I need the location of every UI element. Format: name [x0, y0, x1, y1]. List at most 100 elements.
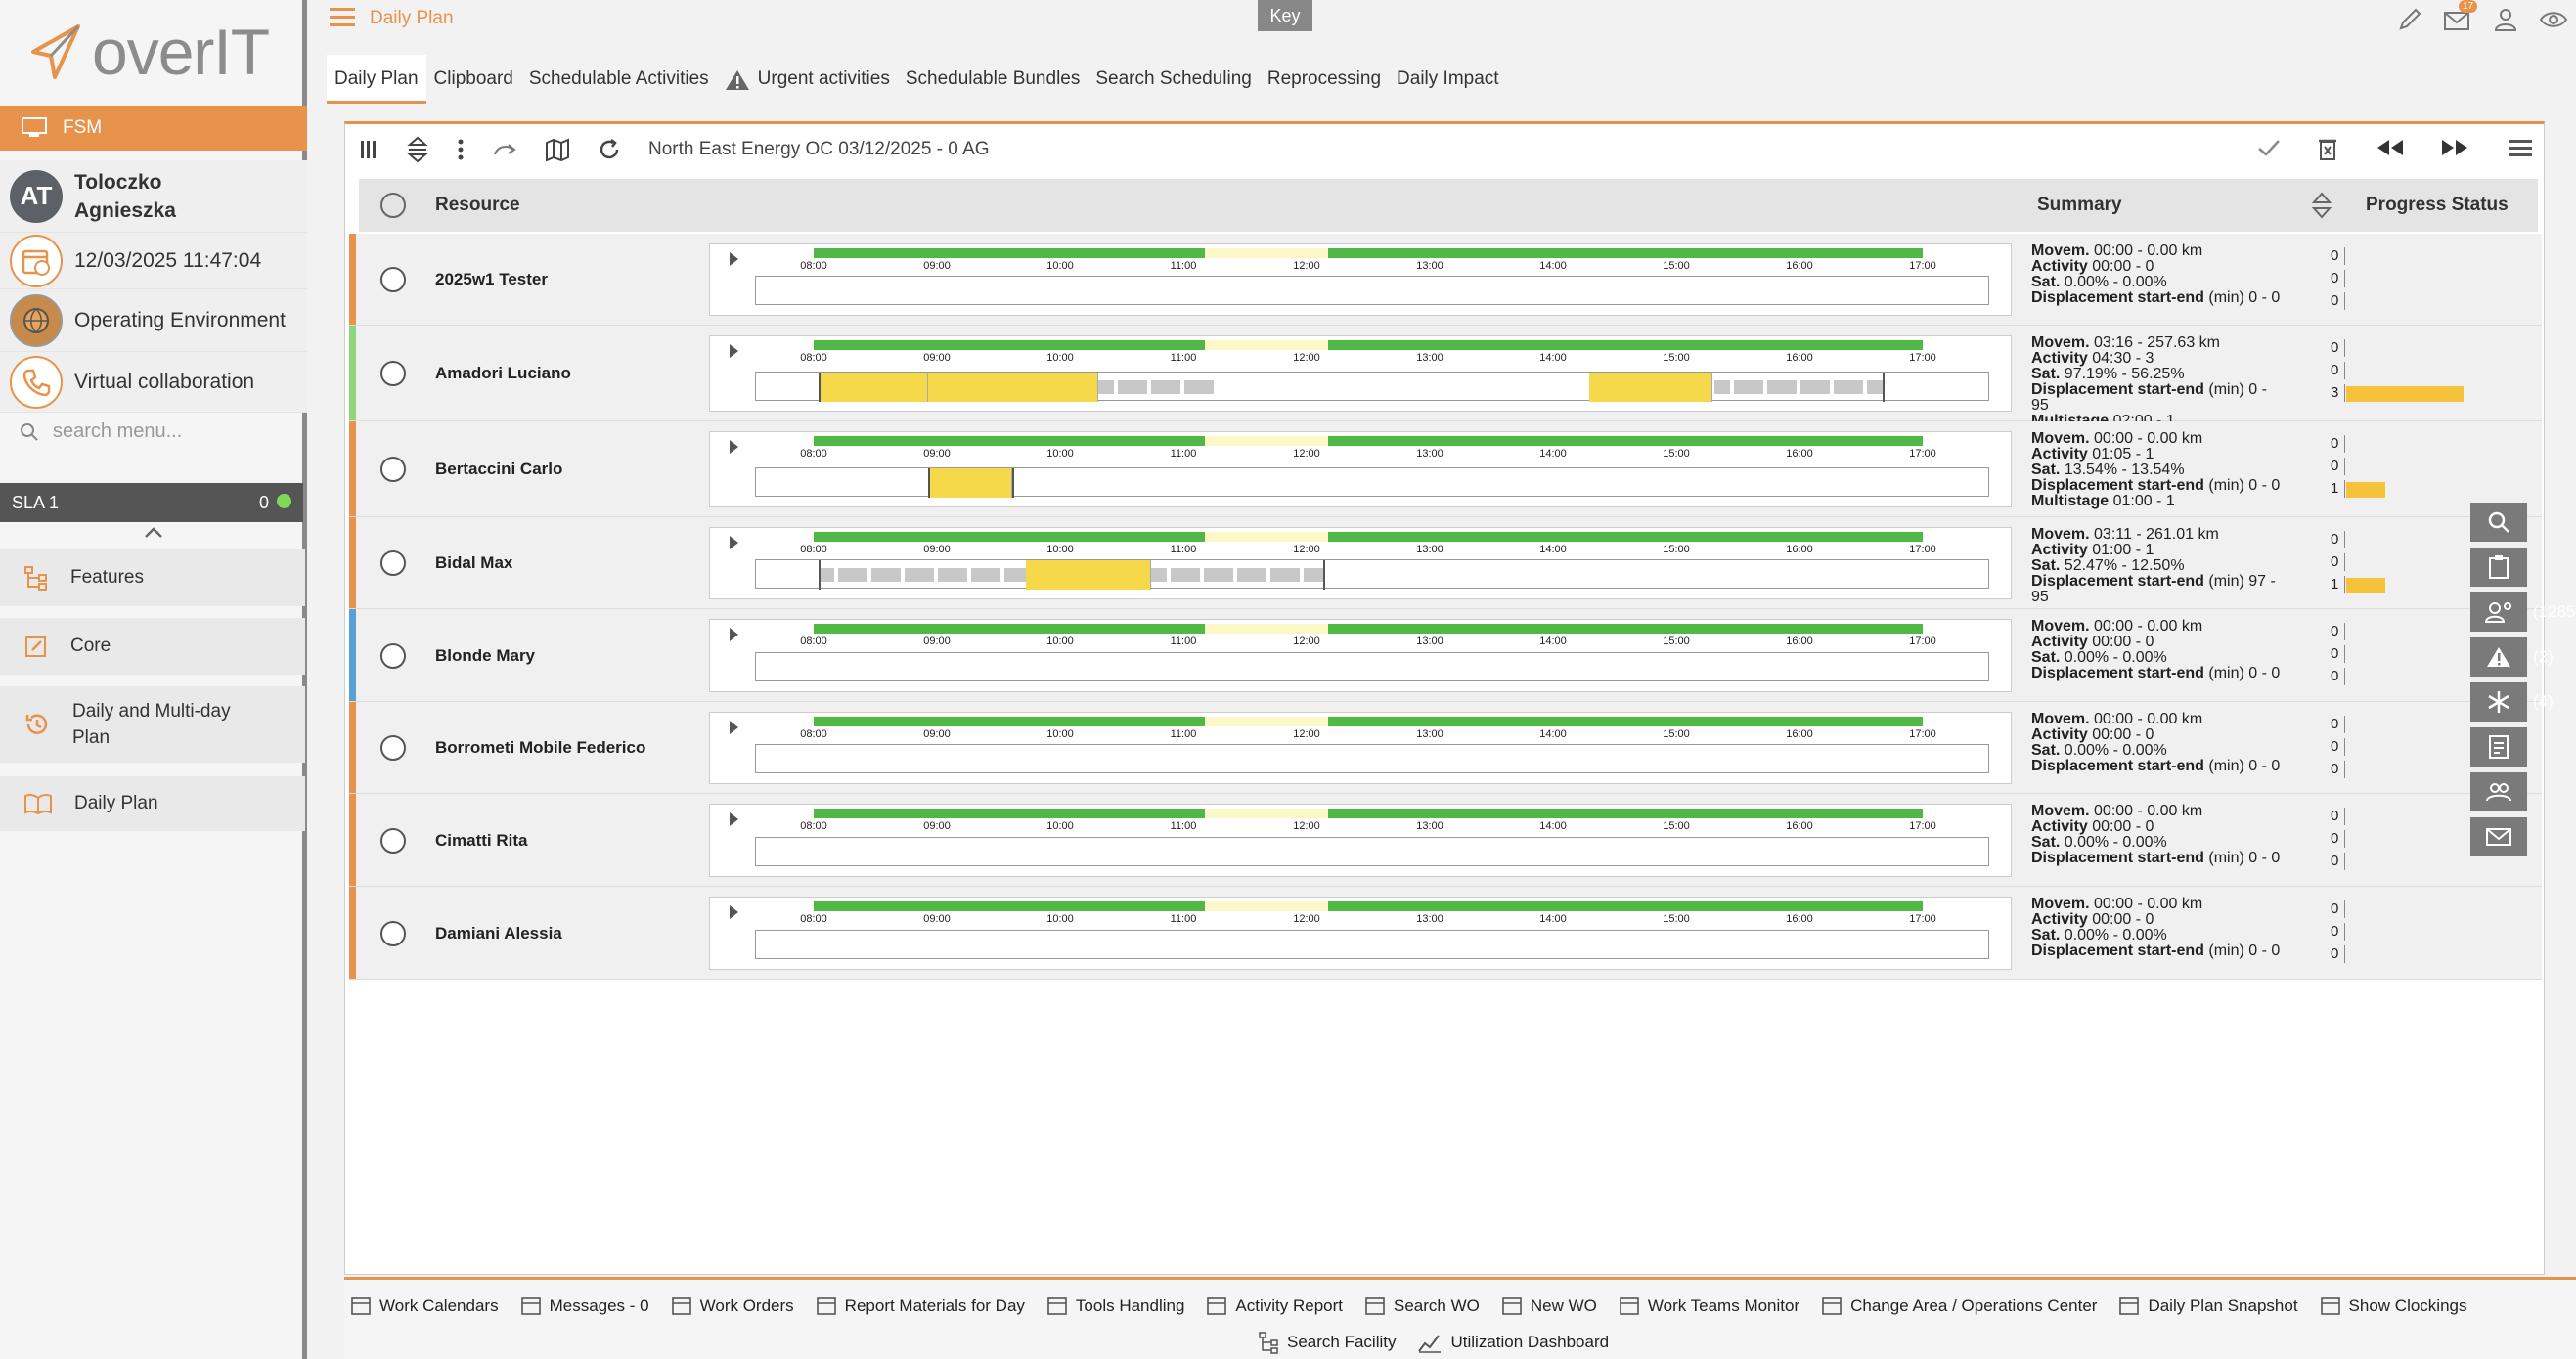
footer-item[interactable]: Work Orders [671, 1295, 794, 1317]
more-vertical-icon[interactable] [457, 138, 465, 161]
activity-track[interactable] [755, 372, 1989, 402]
activity-track[interactable] [755, 467, 1989, 498]
footer-item[interactable]: New WO [1501, 1295, 1597, 1317]
footer-item[interactable]: Work Calendars [350, 1295, 499, 1317]
row-select-radio[interactable] [380, 735, 406, 761]
columns-icon[interactable] [359, 138, 378, 161]
map-icon[interactable] [545, 138, 570, 161]
gantt-timeline[interactable]: 08:00 09:00 10:00 11:00 12:00 13:00 14:00 15:00… [709, 527, 2012, 599]
activity-block[interactable] [819, 373, 928, 402]
operating-env-row[interactable]: Operating Environment [0, 289, 307, 352]
sla-bar[interactable]: SLA 1 0 [0, 483, 303, 522]
sidebar-item-features[interactable]: Features [0, 549, 305, 606]
tab-urgent-activities[interactable]: Urgent activities [717, 55, 898, 104]
gantt-timeline[interactable]: 08:00 09:00 10:00 11:00 12:00 13:00 14:00 15:00… [709, 804, 2012, 877]
activity-track[interactable] [755, 837, 1989, 866]
gantt-timeline[interactable]: 08:00 09:00 10:00 11:00 12:00 13:00 14:00 15:00… [709, 431, 2012, 507]
play-icon[interactable] [730, 812, 738, 826]
clipboard-tool[interactable] [2470, 548, 2527, 587]
footer-item[interactable]: Daily Plan Snapshot [2118, 1295, 2298, 1317]
tab-schedulable-bundles[interactable]: Schedulable Bundles [898, 55, 1088, 104]
tab-daily-plan[interactable]: Daily Plan [327, 55, 426, 104]
row-select-radio[interactable] [380, 361, 406, 386]
gantt-timeline[interactable]: 08:00 09:00 10:00 11:00 12:00 13:00 14:00 15:00… [709, 243, 2012, 316]
team-tool[interactable] [2470, 772, 2527, 811]
mail-notification[interactable]: 17 [2443, 0, 2478, 33]
check-icon[interactable] [2256, 136, 2282, 159]
activity-track[interactable] [755, 652, 1989, 681]
row-select-radio[interactable] [380, 827, 406, 854]
table-row[interactable]: Blonde Mary 08:00 09:00 10:00 11:00 12:00 13:0… [349, 609, 2542, 702]
col-summary[interactable]: Summary [2037, 195, 2122, 216]
list-menu-icon[interactable] [2507, 136, 2534, 159]
tab-reprocessing[interactable]: Reprocessing [1260, 55, 1389, 104]
tab-schedulable-activities[interactable]: Schedulable Activities [521, 55, 717, 104]
notes-tool[interactable] [2470, 727, 2527, 767]
expand-collapse-icon[interactable] [406, 136, 429, 163]
search-tool[interactable] [2470, 503, 2527, 542]
play-icon[interactable] [730, 252, 738, 266]
col-resource[interactable]: Resource [435, 195, 520, 216]
col-progress[interactable]: Progress Status [2366, 195, 2509, 216]
eye-icon[interactable] [2539, 6, 2568, 33]
table-row[interactable]: Bidal Max 08:00 09:00 10:00 11:00 12:00 13:00 1… [349, 517, 2542, 609]
pencil-icon[interactable] [2396, 6, 2423, 33]
row-select-radio[interactable] [380, 267, 406, 292]
menu-search[interactable]: search menu... [20, 420, 182, 443]
rewind-icon[interactable] [2374, 136, 2405, 159]
user-icon[interactable] [2492, 6, 2519, 33]
table-row[interactable]: 2025w1 Tester 08:00 09:00 10:00 11:00 12:00 13… [349, 234, 2542, 326]
tab-search-scheduling[interactable]: Search Scheduling [1088, 55, 1260, 104]
mail-tool[interactable] [2470, 817, 2527, 856]
activity-block[interactable] [1026, 560, 1151, 590]
tab-clipboard[interactable]: Clipboard [426, 55, 521, 104]
sidebar-item-daily-multiday[interactable]: Daily and Multi-day Plan [0, 686, 305, 763]
footer-item[interactable]: Report Materials for Day [816, 1295, 1025, 1317]
row-select-radio[interactable] [380, 457, 406, 482]
urgent-tool[interactable]: (2) [2470, 637, 2554, 677]
resources-tool[interactable]: (1285) [2470, 592, 2576, 632]
footer-search-facility[interactable]: Search Facility [1258, 1331, 1396, 1354]
tab-daily-impact[interactable]: Daily Impact [1389, 55, 1507, 104]
key-button[interactable]: Key [1258, 0, 1312, 31]
refresh-icon[interactable] [598, 138, 621, 161]
sidebar-item-core[interactable]: Core [0, 618, 305, 675]
gantt-timeline[interactable]: 08:00 09:00 10:00 11:00 12:00 13:00 14:00 15:00… [709, 335, 2012, 412]
sidebar-item-daily-plan[interactable]: Daily Plan [0, 776, 305, 831]
footer-item[interactable]: Change Area / Operations Center [1821, 1295, 2097, 1317]
activity-track[interactable] [755, 744, 1989, 773]
play-icon[interactable] [730, 905, 738, 919]
gantt-timeline[interactable]: 08:00 09:00 10:00 11:00 12:00 13:00 14:00 15:00… [709, 897, 2012, 970]
activity-block[interactable] [928, 468, 1012, 498]
gantt-timeline[interactable]: 08:00 09:00 10:00 11:00 12:00 13:00 14:00 15:00… [709, 712, 2012, 784]
play-icon[interactable] [730, 721, 738, 734]
gantt-timeline[interactable]: 08:00 09:00 10:00 11:00 12:00 13:00 14:00 15:00… [709, 619, 2012, 692]
virtual-collab-row[interactable]: Virtual collaboration [0, 352, 307, 413]
datetime-row[interactable]: 12/03/2025 11:47:04 [0, 233, 307, 289]
footer-item[interactable]: Activity Report [1206, 1295, 1343, 1317]
play-icon[interactable] [730, 628, 738, 641]
select-all-radio[interactable] [380, 193, 406, 218]
play-icon[interactable] [730, 440, 738, 454]
row-select-radio[interactable] [380, 642, 406, 669]
sort-icon[interactable] [2311, 191, 2332, 220]
snowflake-tool[interactable]: (4) [2470, 682, 2554, 722]
play-icon[interactable] [730, 536, 738, 549]
activity-track[interactable] [755, 276, 1989, 305]
activity-track[interactable] [755, 930, 1989, 959]
redo-icon[interactable] [492, 139, 517, 160]
activity-block[interactable] [1589, 373, 1712, 402]
delete-icon[interactable] [2317, 136, 2338, 161]
table-row[interactable]: Cimatti Rita 08:00 09:00 10:00 11:00 12:00 13:… [349, 794, 2542, 887]
row-select-radio[interactable] [380, 920, 406, 946]
chevron-up-icon[interactable] [143, 526, 164, 540]
footer-utilization-dashboard[interactable]: Utilization Dashboard [1417, 1331, 1609, 1354]
hamburger-menu-icon[interactable] [330, 8, 355, 27]
footer-item[interactable]: Search WO [1364, 1295, 1480, 1317]
user-row[interactable]: AT Toloczko Agnieszka [0, 160, 307, 233]
table-row[interactable]: Bertaccini Carlo 08:00 09:00 10:00 11:00 12:0… [349, 421, 2542, 517]
play-icon[interactable] [730, 344, 738, 358]
module-fsm[interactable]: FSM [0, 106, 307, 151]
activity-block[interactable] [928, 373, 1098, 402]
row-select-radio[interactable] [380, 550, 406, 576]
